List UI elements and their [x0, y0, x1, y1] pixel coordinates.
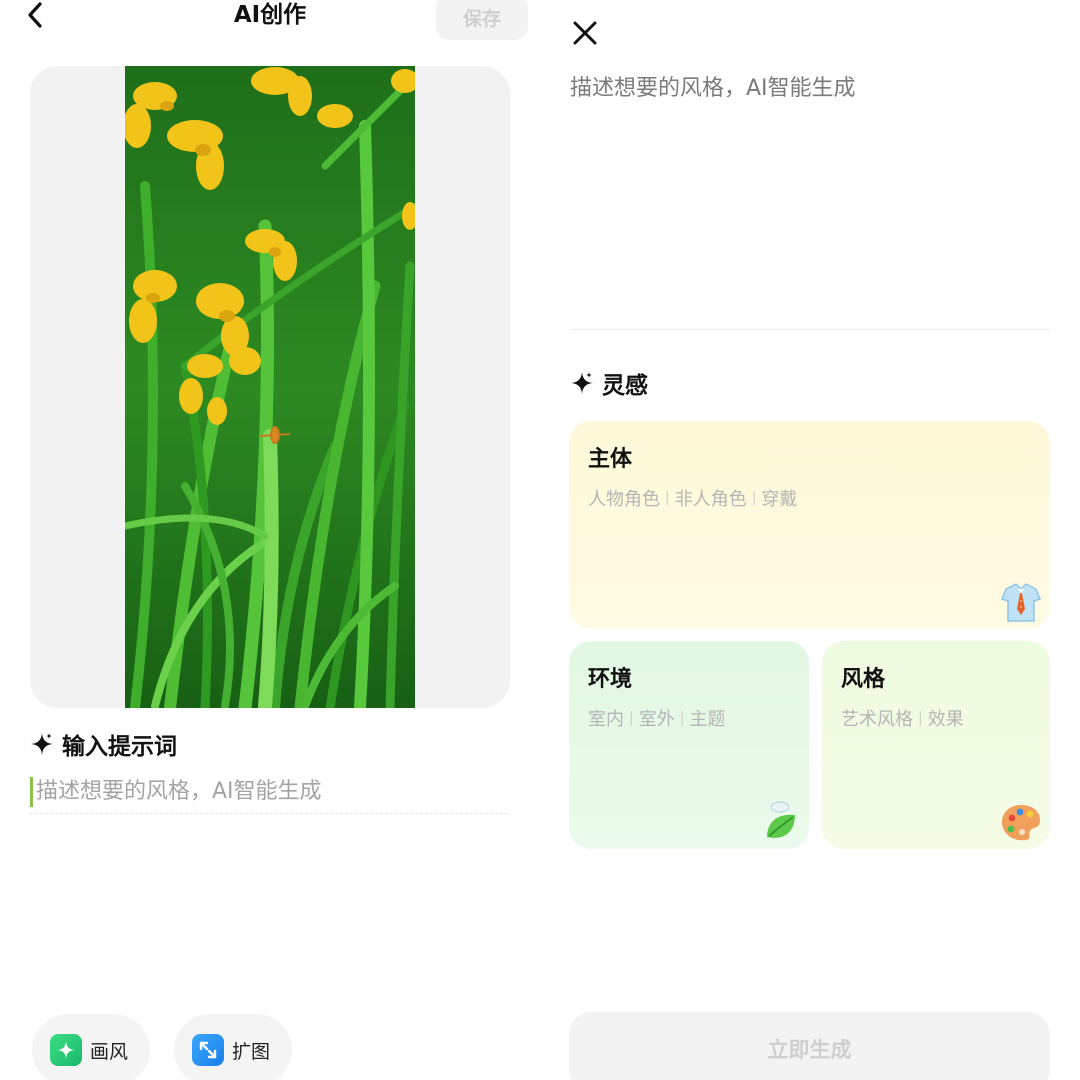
expand-tool-label: 扩图 [232, 1040, 271, 1063]
sparkle-icon [571, 372, 593, 394]
prompt-heading: 输入提示词 [62, 734, 177, 760]
prompt-input[interactable] [36, 779, 476, 804]
tag[interactable]: 人物角色 [588, 485, 660, 511]
expand-tool-button[interactable]: 扩图 [174, 1014, 292, 1080]
leaf-icon [767, 801, 795, 838]
iris-flower-photo [125, 66, 415, 708]
tag-separator: | [665, 490, 670, 506]
subject-card[interactable]: 主体 人物角色 | 非人角色 | 穿戴 [569, 421, 1050, 629]
style-tool-button[interactable]: 画风 [32, 1014, 150, 1080]
environment-card-tags: 室内 | 室外 | 主题 [588, 705, 725, 731]
prompt-header: 输入提示词 [30, 728, 177, 760]
expand-arrows-icon [192, 1034, 224, 1066]
palette-icon [1002, 805, 1041, 841]
tag[interactable]: 室内 [588, 705, 624, 731]
tag[interactable]: 非人角色 [675, 485, 747, 511]
text-caret [30, 776, 33, 807]
style-tool-label: 画风 [90, 1040, 129, 1063]
tag[interactable]: 效果 [928, 705, 964, 731]
inspiration-header: 灵感 [570, 366, 648, 400]
environment-card-title: 环境 [588, 667, 633, 692]
style-card-tags: 艺术风格 | 效果 [841, 705, 964, 731]
photo-preview[interactable] [30, 66, 510, 708]
generate-button[interactable]: 立即生成 [569, 1012, 1050, 1080]
environment-card[interactable]: 环境 室内 | 室外 | 主题 [569, 641, 809, 849]
tag-separator: | [679, 710, 685, 726]
prompt-input-field[interactable] [30, 770, 508, 814]
subject-card-tags: 人物角色 | 非人角色 | 穿戴 [588, 485, 797, 511]
prompt-textarea-container[interactable] [570, 70, 1050, 320]
divider [570, 329, 1050, 330]
style-card[interactable]: 风格 艺术风格 | 效果 [822, 641, 1050, 849]
tag[interactable]: 主题 [689, 705, 725, 731]
close-icon[interactable] [570, 18, 600, 48]
style-card-title: 风格 [841, 667, 886, 692]
tag-separator: | [629, 710, 634, 726]
tag-separator: | [751, 490, 757, 506]
tag[interactable]: 穿戴 [761, 485, 797, 511]
ai-creation-screen: AI创作 保存 输入提示词 描述想要的风格，AI智能生成 画风 扩图 [0, 0, 540, 1080]
tag[interactable]: 室外 [639, 705, 675, 731]
prompt-editor-sheet: 灵感 主体 人物角色 | 非人角色 | 穿戴 环境 室内 | 室外 | 主题 [544, 0, 1080, 1080]
prompt-textarea[interactable] [570, 70, 1050, 320]
tag[interactable]: 艺术风格 [841, 705, 913, 731]
tag-separator: | [918, 710, 923, 726]
inspiration-heading: 灵感 [602, 373, 648, 399]
save-button[interactable]: 保存 [436, 0, 528, 40]
subject-card-title: 主体 [588, 447, 633, 472]
shirt-tie-icon [1001, 583, 1041, 622]
sparkle-style-icon [50, 1034, 82, 1066]
sparkle-icon [31, 733, 53, 755]
